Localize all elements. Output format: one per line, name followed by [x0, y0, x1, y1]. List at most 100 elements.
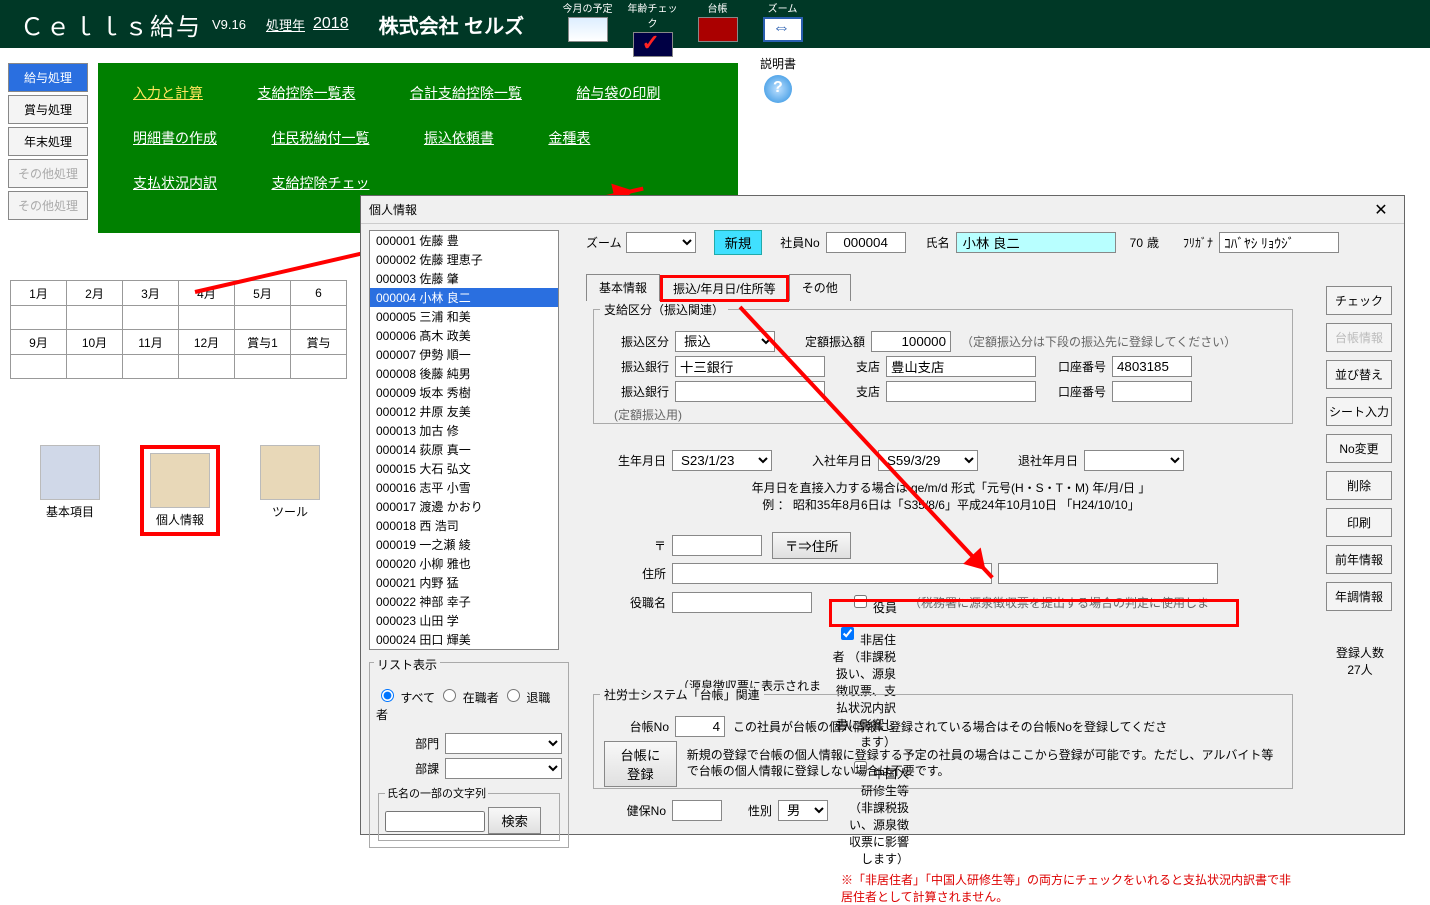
employee-row[interactable]: 000022 神部 幸子	[370, 592, 558, 611]
menu-payment-status[interactable]: 支払状況内訳	[133, 173, 217, 193]
close-icon[interactable]: ✕	[1366, 200, 1396, 220]
nav-salary[interactable]: 給与処理	[8, 63, 88, 92]
furigana-input[interactable]	[1219, 232, 1339, 253]
nav-other2[interactable]: その他処理	[8, 191, 88, 220]
radio-active[interactable]: 在職者	[438, 691, 498, 705]
tool-button[interactable]: ツール	[250, 445, 330, 536]
ledger-info-button[interactable]: 台帳情報	[1326, 323, 1392, 352]
tab-other[interactable]: その他	[789, 274, 851, 301]
employee-row[interactable]: 000013 加古 修	[370, 421, 558, 440]
addr1-input[interactable]	[672, 563, 992, 584]
month-cell[interactable]: 6	[291, 281, 347, 306]
zip-input[interactable]	[672, 535, 762, 556]
radio-all[interactable]: すべて	[376, 691, 435, 705]
menu-money-type[interactable]: 金種表	[548, 128, 590, 148]
employee-row[interactable]: 000020 小柳 雅也	[370, 554, 558, 573]
month-cell[interactable]: 9月	[11, 330, 67, 355]
month-cell[interactable]: 5月	[235, 281, 291, 306]
ledger-icon[interactable]: 台帳	[690, 0, 745, 57]
emp-no-input[interactable]	[826, 232, 906, 253]
employee-row[interactable]: 000015 大石 弘文	[370, 459, 558, 478]
employee-row[interactable]: 000021 内野 猛	[370, 573, 558, 592]
tab-basic[interactable]: 基本情報	[586, 274, 660, 301]
employee-row[interactable]: 000003 佐藤 肇	[370, 269, 558, 288]
emp-name-input[interactable]	[956, 232, 1116, 253]
menu-detail-create[interactable]: 明細書の作成	[133, 128, 217, 148]
menu-payslip-print[interactable]: 給与袋の印刷	[576, 83, 660, 103]
employee-row[interactable]: 000012 井原 友美	[370, 402, 558, 421]
agecheck-icon[interactable]: 年齢チェック	[625, 0, 680, 57]
menu-input-calc[interactable]: 入力と計算	[133, 83, 203, 103]
branch-input[interactable]	[886, 356, 1036, 377]
search-button[interactable]: 検索	[488, 807, 541, 834]
ledger-no-input[interactable]	[675, 716, 725, 737]
employee-list[interactable]: 000001 佐藤 豊000002 佐藤 理恵子000003 佐藤 肇00000…	[369, 230, 559, 650]
schedule-icon[interactable]: 今月の予定	[560, 0, 615, 57]
employee-row[interactable]: 000007 伊勢 順一	[370, 345, 558, 364]
name-search-input[interactable]	[385, 811, 485, 832]
employee-row[interactable]: 000002 佐藤 理恵子	[370, 250, 558, 269]
month-cell[interactable]: 10月	[67, 330, 123, 355]
transfer-kind-select[interactable]: 振込	[675, 331, 775, 352]
tab-transfer-date-addr[interactable]: 振込/年月日/住所等	[660, 275, 789, 302]
sex-select[interactable]: 男	[778, 800, 828, 821]
employee-row[interactable]: 000001 佐藤 豊	[370, 231, 558, 250]
nav-yearend[interactable]: 年末処理	[8, 127, 88, 156]
account-input[interactable]	[1112, 356, 1192, 377]
yearadj-button[interactable]: 年調情報	[1326, 582, 1392, 611]
employee-row[interactable]: 000017 渡邊 かおり	[370, 497, 558, 516]
personal-info-button[interactable]: 個人情報	[140, 445, 220, 536]
employee-row[interactable]: 000014 荻原 真一	[370, 440, 558, 459]
employee-row[interactable]: 000024 田口 輝美	[370, 630, 558, 649]
month-cell[interactable]: 1月	[11, 281, 67, 306]
menu-resident-tax[interactable]: 住民税納付一覧	[271, 128, 369, 148]
employee-row[interactable]: 000004 小林 良二	[370, 288, 558, 307]
processing-year[interactable]: 2018	[313, 15, 349, 33]
new-button[interactable]: 新規	[714, 230, 763, 255]
sheet-input-button[interactable]: シート入力	[1326, 397, 1392, 426]
employee-row[interactable]: 000008 後藤 純男	[370, 364, 558, 383]
addr2-input[interactable]	[998, 563, 1218, 584]
month-cell[interactable]: 賞与	[291, 330, 347, 355]
check-button[interactable]: チェック	[1326, 286, 1392, 315]
zoom-icon[interactable]: ズーム	[755, 0, 810, 57]
basic-items-button[interactable]: 基本項目	[30, 445, 110, 536]
leave-select[interactable]	[1084, 450, 1184, 471]
employee-row[interactable]: 000025 松元 涼	[370, 649, 558, 650]
employee-row[interactable]: 000005 三浦 和美	[370, 307, 558, 326]
employee-row[interactable]: 000023 山田 学	[370, 611, 558, 630]
register-ledger-button[interactable]: 台帳に登録	[604, 741, 677, 787]
month-cell[interactable]: 12月	[179, 330, 235, 355]
bank2-input[interactable]	[675, 381, 825, 402]
employee-row[interactable]: 000016 志平 小雪	[370, 478, 558, 497]
fixed-amount-input[interactable]	[871, 331, 951, 352]
section-select[interactable]	[445, 758, 562, 779]
menu-deduct-check[interactable]: 支給控除チェッ	[271, 173, 369, 193]
employee-row[interactable]: 000006 髙木 政美	[370, 326, 558, 345]
nav-bonus[interactable]: 賞与処理	[8, 95, 88, 124]
print-button[interactable]: 印刷	[1326, 508, 1392, 537]
prevyear-button[interactable]: 前年情報	[1326, 545, 1392, 574]
no-change-button[interactable]: No変更	[1326, 434, 1392, 463]
month-cell[interactable]: 11月	[123, 330, 179, 355]
zoom-select[interactable]	[626, 232, 696, 253]
menu-total-deduct[interactable]: 合計支給控除一覧	[410, 83, 522, 103]
sort-button[interactable]: 並び替え	[1326, 360, 1392, 389]
employee-row[interactable]: 000019 一之瀬 綾	[370, 535, 558, 554]
birth-select[interactable]: S23/1/23	[672, 450, 772, 471]
menu-transfer-req[interactable]: 振込依頼書	[424, 128, 494, 148]
employee-row[interactable]: 000018 西 浩司	[370, 516, 558, 535]
month-cell[interactable]: 賞与1	[235, 330, 291, 355]
branch2-input[interactable]	[886, 381, 1036, 402]
menu-deduct-list[interactable]: 支給控除一覧表	[257, 83, 355, 103]
account2-input[interactable]	[1112, 381, 1192, 402]
help-icon[interactable]: 説明書	[760, 55, 796, 103]
post-input[interactable]	[672, 592, 812, 613]
zip-to-addr-button[interactable]: 〒⇒住所	[772, 532, 851, 559]
month-cell[interactable]: 2月	[67, 281, 123, 306]
dept-select[interactable]	[445, 733, 562, 754]
employee-row[interactable]: 000009 坂本 秀樹	[370, 383, 558, 402]
month-cell[interactable]: 3月	[123, 281, 179, 306]
delete-button[interactable]: 削除	[1326, 471, 1392, 500]
kenpo-input[interactable]	[672, 800, 722, 821]
